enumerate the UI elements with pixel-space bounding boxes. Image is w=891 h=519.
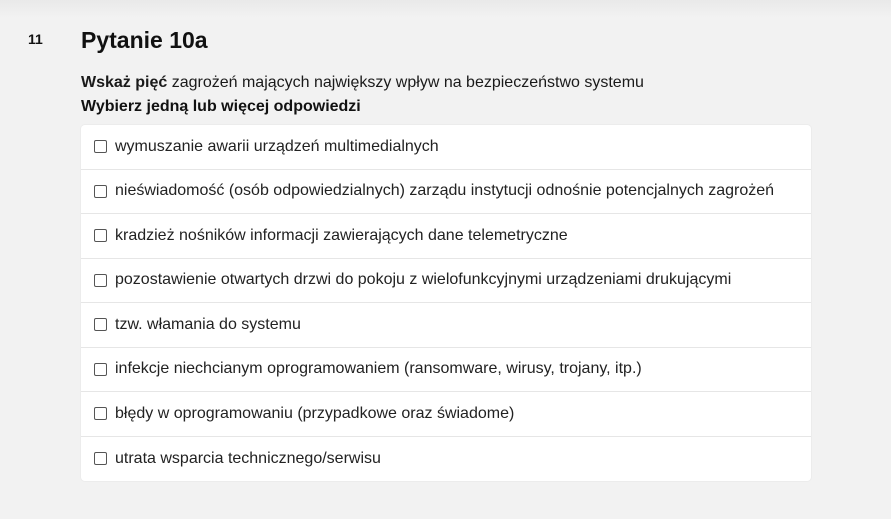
checkbox[interactable] [94, 452, 107, 466]
option-item[interactable]: błędy w oprogramowaniu (przypadkowe oraz… [81, 392, 811, 437]
checkbox[interactable] [94, 273, 107, 287]
question-number: 11 [28, 31, 43, 47]
option-item[interactable]: infekcje niechcianym oprogramowaniem (ra… [81, 348, 811, 392]
option-item[interactable]: pozostawienie otwartych drzwi do pokoju … [81, 259, 811, 303]
checkbox[interactable] [94, 318, 107, 332]
options-list: wymuszanie awarii urządzeń multimedialny… [81, 125, 811, 481]
option-label[interactable]: błędy w oprogramowaniu (przypadkowe oraz… [115, 405, 514, 423]
question-title: Pytanie 10a [81, 27, 208, 53]
answer-instruction: Wybierz jedną lub więcej odpowiedzi [81, 98, 361, 115]
option-label[interactable]: wymuszanie awarii urządzeń multimedialny… [115, 138, 439, 156]
option-item[interactable]: tzw. włamania do systemu [81, 303, 811, 348]
prompt-emphasis: Wskaż pięć [81, 74, 168, 91]
option-item[interactable]: kradzież nośników informacji zawierający… [81, 214, 811, 259]
checkbox[interactable] [94, 229, 107, 243]
option-item[interactable]: nieświadomość (osób odpowiedzialnych) za… [81, 170, 811, 214]
option-item[interactable]: utrata wsparcia technicznego/serwisu [81, 437, 811, 482]
prompt-text: zagrożeń mających największy wpływ na be… [167, 74, 644, 91]
option-label[interactable]: kradzież nośników informacji zawierający… [115, 227, 568, 245]
option-label[interactable]: infekcje niechcianym oprogramowaniem (ra… [115, 360, 642, 378]
checkbox[interactable] [94, 184, 107, 198]
option-label[interactable]: utrata wsparcia technicznego/serwisu [115, 450, 381, 468]
option-label[interactable]: nieświadomość (osób odpowiedzialnych) za… [115, 182, 774, 200]
option-label[interactable]: pozostawienie otwartych drzwi do pokoju … [115, 271, 731, 289]
option-label[interactable]: tzw. włamania do systemu [115, 316, 301, 334]
checkbox[interactable] [94, 140, 107, 154]
checkbox[interactable] [94, 407, 107, 421]
checkbox[interactable] [94, 362, 107, 376]
question-prompt: Wskaż pięć zagrożeń mających największy … [81, 73, 644, 93]
option-item[interactable]: wymuszanie awarii urządzeń multimedialny… [81, 125, 811, 170]
